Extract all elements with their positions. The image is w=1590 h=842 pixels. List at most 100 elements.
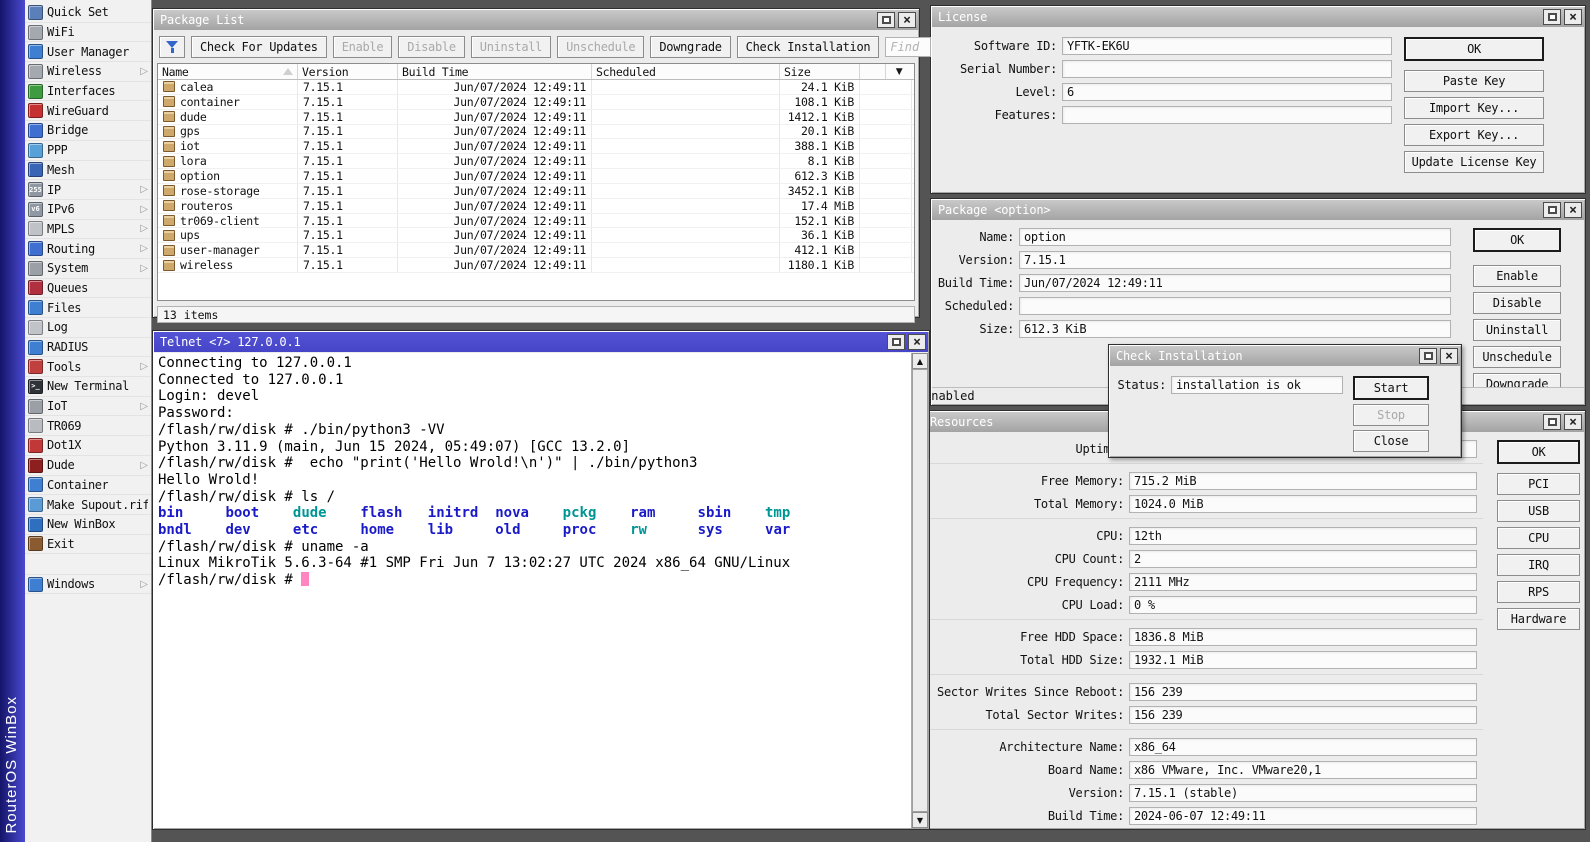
sidebar-item-radius[interactable]: RADIUS [25, 338, 151, 358]
sidebar-item-log[interactable]: Log [25, 318, 151, 338]
field-level[interactable] [1062, 83, 1392, 101]
sidebar-item-wireguard[interactable]: WireGuard [25, 101, 151, 121]
package-row-rose-storage[interactable]: rose-storage7.15.1Jun/07/2024 12:49:1134… [158, 184, 914, 199]
package-row-ups[interactable]: ups7.15.1Jun/07/2024 12:49:1136.1 KiB [158, 228, 914, 243]
sidebar-item-container[interactable]: Container [25, 476, 151, 496]
sidebar-item-new-winbox[interactable]: New WinBox [25, 515, 151, 535]
scrollbar-thumb[interactable] [912, 369, 928, 812]
field-software-id[interactable] [1062, 37, 1392, 55]
sidebar-item-exit[interactable]: Exit [25, 535, 151, 555]
close-button[interactable]: × [1564, 202, 1582, 218]
downgrade-button[interactable]: Downgrade [650, 36, 730, 58]
field-features[interactable] [1062, 106, 1392, 124]
field-cpu[interactable] [1129, 527, 1477, 545]
check-installation-button[interactable]: Check Installation [737, 36, 880, 58]
disable-button[interactable]: Disable [1473, 292, 1561, 314]
maximize-button[interactable] [1543, 9, 1561, 25]
ok-button[interactable]: OK [1404, 37, 1544, 61]
scroll-down-icon[interactable]: ▼ [912, 812, 928, 828]
enable-button[interactable]: Enable [1473, 265, 1561, 287]
field-board-name[interactable] [1129, 761, 1477, 779]
column-header-version[interactable]: Version [298, 64, 398, 79]
field-total-hdd-size[interactable] [1129, 651, 1477, 669]
sidebar-item-dude[interactable]: Dude▷ [25, 456, 151, 476]
sidebar-item-make-supout-rif[interactable]: Make Supout.rif [25, 495, 151, 515]
sidebar-item-ip[interactable]: 255IP▷ [25, 180, 151, 200]
export-key-button[interactable]: Export Key... [1404, 124, 1544, 146]
ok-button[interactable]: OK [1497, 440, 1580, 464]
sidebar-item-interfaces[interactable]: Interfaces [25, 82, 151, 102]
close-button[interactable]: × [1440, 348, 1458, 364]
usb-button[interactable]: USB [1497, 500, 1580, 522]
field-serial-number[interactable] [1062, 60, 1392, 78]
field-build-time[interactable] [1129, 807, 1477, 825]
check-for-updates-button[interactable]: Check For Updates [191, 36, 327, 58]
unschedule-button[interactable]: Unschedule [557, 36, 644, 58]
field-cpu-frequency[interactable] [1129, 573, 1477, 591]
package-row-container[interactable]: container7.15.1Jun/07/2024 12:49:11108.1… [158, 95, 914, 110]
package-row-dude[interactable]: dude7.15.1Jun/07/2024 12:49:111412.1 KiB [158, 110, 914, 125]
field-total-sector-writes[interactable] [1129, 706, 1477, 724]
stop-button[interactable]: Stop [1353, 404, 1429, 426]
filter-button[interactable] [159, 36, 185, 58]
ok-button[interactable]: OK [1473, 228, 1561, 252]
close-button[interactable]: × [898, 12, 916, 28]
field-cpu-count[interactable] [1129, 550, 1477, 568]
package-row-calea[interactable]: calea7.15.1Jun/07/2024 12:49:1124.1 KiB [158, 80, 914, 95]
hardware-button[interactable]: Hardware [1497, 608, 1580, 630]
disable-button[interactable]: Disable [398, 36, 464, 58]
maximize-button[interactable] [1543, 414, 1561, 430]
terminal-scrollbar[interactable]: ▲ ▼ [911, 353, 928, 828]
sidebar-item-ipv6[interactable]: v6IPv6▷ [25, 200, 151, 220]
sidebar-item-ppp[interactable]: PPP [25, 141, 151, 161]
close-button[interactable]: Close [1353, 430, 1429, 452]
sidebar-item-dot1x[interactable]: Dot1X [25, 436, 151, 456]
column-header-size[interactable]: Size [780, 64, 860, 79]
maximize-button[interactable] [887, 334, 905, 350]
find-input[interactable] [885, 37, 931, 57]
sidebar-item-quick-set[interactable]: Quick Set [25, 3, 151, 23]
irq-button[interactable]: IRQ [1497, 554, 1580, 576]
package-row-lora[interactable]: lora7.15.1Jun/07/2024 12:49:118.1 KiB [158, 154, 914, 169]
update-license-key-button[interactable]: Update License Key [1404, 151, 1544, 173]
field-architecture-name[interactable] [1129, 738, 1477, 756]
sidebar-item-user-manager[interactable]: User Manager [25, 42, 151, 62]
sidebar-item-tr069[interactable]: TR069 [25, 416, 151, 436]
paste-key-button[interactable]: Paste Key [1404, 70, 1544, 92]
import-key-button[interactable]: Import Key... [1404, 97, 1544, 119]
field-scheduled[interactable] [1019, 297, 1451, 315]
package-option-titlebar[interactable]: Package <option> × [932, 200, 1584, 220]
package-row-gps[interactable]: gps7.15.1Jun/07/2024 12:49:1120.1 KiB [158, 125, 914, 140]
field-name[interactable] [1019, 228, 1451, 246]
sidebar-item-bridge[interactable]: Bridge [25, 121, 151, 141]
sidebar-item-tools[interactable]: Tools▷ [25, 357, 151, 377]
uninstall-button[interactable]: Uninstall [1473, 319, 1561, 341]
package-row-option[interactable]: option7.15.1Jun/07/2024 12:49:11612.3 Ki… [158, 169, 914, 184]
sidebar-item-new-terminal[interactable]: >_New Terminal [25, 377, 151, 397]
telnet-titlebar[interactable]: Telnet <7> 127.0.0.1 × [154, 332, 928, 352]
sidebar-item-queues[interactable]: Queues [25, 279, 151, 299]
column-header-build-time[interactable]: Build Time [398, 64, 592, 79]
field-build-time[interactable] [1019, 274, 1451, 292]
package-row-wireless[interactable]: wireless7.15.1Jun/07/2024 12:49:111180.1… [158, 258, 914, 273]
field-sector-writes-since-reboot[interactable] [1129, 683, 1477, 701]
field-version[interactable] [1019, 251, 1451, 269]
package-list-titlebar[interactable]: Package List × [154, 10, 918, 30]
maximize-button[interactable] [877, 12, 895, 28]
scroll-up-icon[interactable]: ▲ [912, 353, 928, 369]
package-row-tr069-client[interactable]: tr069-client7.15.1Jun/07/2024 12:49:1115… [158, 214, 914, 229]
sidebar-item-mpls[interactable]: MPLS▷ [25, 220, 151, 240]
status-field[interactable] [1171, 376, 1343, 394]
package-row-iot[interactable]: iot7.15.1Jun/07/2024 12:49:11388.1 KiB [158, 139, 914, 154]
rps-button[interactable]: RPS [1497, 581, 1580, 603]
enable-button[interactable]: Enable [333, 36, 393, 58]
field-free-hdd-space[interactable] [1129, 628, 1477, 646]
close-button[interactable]: × [1564, 9, 1582, 25]
terminal-output[interactable]: Connecting to 127.0.0.1Connected to 127.… [154, 353, 911, 828]
maximize-button[interactable] [1419, 348, 1437, 364]
uninstall-button[interactable]: Uninstall [471, 36, 551, 58]
package-row-routeros[interactable]: routeros7.15.1Jun/07/2024 12:49:1117.4 M… [158, 199, 914, 214]
column-header-scheduled[interactable]: Scheduled [592, 64, 780, 79]
field-version[interactable] [1129, 784, 1477, 802]
pci-button[interactable]: PCI [1497, 473, 1580, 495]
